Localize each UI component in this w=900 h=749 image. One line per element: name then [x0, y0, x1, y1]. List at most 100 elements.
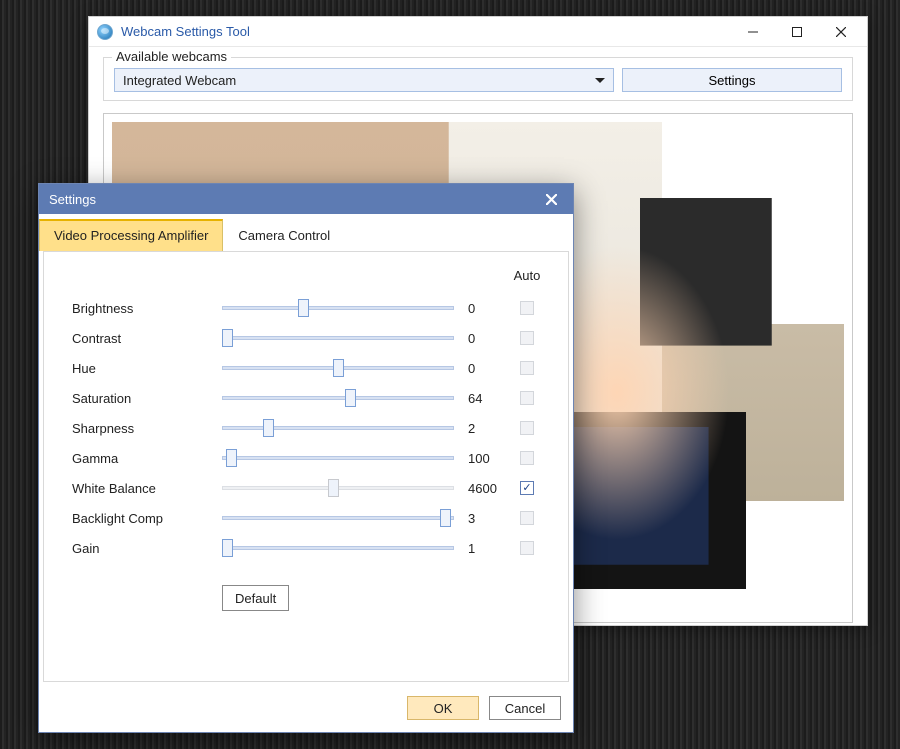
gamma-value: 100 — [454, 451, 504, 466]
slider-track-icon — [222, 456, 454, 460]
dialog-tabs: Video Processing Amplifier Camera Control — [39, 220, 573, 251]
settings-dialog: Settings Video Processing Amplifier Camer… — [38, 183, 574, 733]
window-controls — [731, 18, 863, 46]
groupbox-legend: Available webcams — [112, 49, 231, 64]
backlight-comp-auto-checkbox — [520, 511, 534, 525]
hue-slider[interactable] — [222, 359, 454, 377]
tab-camera-control[interactable]: Camera Control — [223, 220, 345, 251]
close-icon — [836, 27, 846, 37]
video-proc-amp-page: Auto Brightness 0 Contrast 0 Hue0 Saturation 6… — [43, 251, 569, 682]
chevron-down-icon — [595, 78, 605, 83]
white-balance-slider — [222, 479, 454, 497]
gain-auto-cell — [504, 541, 550, 555]
white-balance-auto-checkbox[interactable]: ✓ — [520, 481, 534, 495]
gain-slider[interactable] — [222, 539, 454, 557]
slider-thumb-icon — [298, 299, 309, 317]
contrast-value: 0 — [454, 331, 504, 346]
minimize-icon — [748, 27, 758, 37]
brightness-slider[interactable] — [222, 299, 454, 317]
sharpness-auto-cell — [504, 421, 550, 435]
row-sharpness: Sharpness 2 — [72, 413, 550, 443]
brightness-value: 0 — [454, 301, 504, 316]
hue-auto-cell — [504, 361, 550, 375]
contrast-auto-checkbox — [520, 331, 534, 345]
saturation-value: 64 — [454, 391, 504, 406]
slider-thumb-icon — [440, 509, 451, 527]
default-button[interactable]: Default — [222, 585, 289, 611]
ok-button[interactable]: OK — [407, 696, 479, 720]
row-backlight-comp: Backlight Comp 3 — [72, 503, 550, 533]
slider-thumb-icon — [222, 539, 233, 557]
gain-value: 1 — [454, 541, 504, 556]
slider-thumb-icon — [333, 359, 344, 377]
slider-thumb-icon — [328, 479, 339, 497]
dialog-buttons: OK Cancel — [39, 686, 573, 732]
cancel-button[interactable]: Cancel — [489, 696, 561, 720]
open-settings-button[interactable]: Settings — [622, 68, 842, 92]
slider-track-icon — [222, 426, 454, 430]
sharpness-label: Sharpness — [72, 421, 222, 436]
cancel-button-label: Cancel — [505, 701, 545, 716]
brightness-auto-checkbox — [520, 301, 534, 315]
saturation-label: Saturation — [72, 391, 222, 406]
contrast-slider[interactable] — [222, 329, 454, 347]
titlebar[interactable]: Webcam Settings Tool — [89, 17, 867, 47]
hue-label: Hue — [72, 361, 222, 376]
slider-track-icon — [222, 336, 454, 340]
contrast-auto-cell — [504, 331, 550, 345]
brightness-auto-cell — [504, 301, 550, 315]
app-title: Webcam Settings Tool — [121, 24, 250, 39]
slider-track-icon — [222, 306, 454, 310]
backlight-comp-auto-cell — [504, 511, 550, 525]
row-hue: Hue0 — [72, 353, 550, 383]
gain-auto-checkbox — [520, 541, 534, 555]
white-balance-value: 4600 — [454, 481, 504, 496]
default-button-label: Default — [235, 591, 276, 606]
close-button[interactable] — [819, 18, 863, 46]
gamma-auto-cell — [504, 451, 550, 465]
tab-label: Camera Control — [238, 228, 330, 243]
dialog-close-button[interactable] — [539, 187, 563, 211]
slider-track-icon — [222, 396, 454, 400]
gamma-label: Gamma — [72, 451, 222, 466]
available-webcams-group: Available webcams Integrated Webcam Sett… — [103, 57, 853, 101]
brightness-label: Brightness — [72, 301, 222, 316]
slider-track-icon — [222, 516, 454, 520]
row-contrast: Contrast 0 — [72, 323, 550, 353]
slider-rows: Brightness 0 Contrast 0 Hue0 Saturation 64 Shar… — [72, 293, 550, 563]
maximize-button[interactable] — [775, 18, 819, 46]
slider-thumb-icon — [345, 389, 356, 407]
sharpness-value: 2 — [454, 421, 504, 436]
saturation-slider[interactable] — [222, 389, 454, 407]
contrast-label: Contrast — [72, 331, 222, 346]
open-settings-button-label: Settings — [709, 73, 756, 88]
close-icon — [546, 194, 557, 205]
row-gain: Gain 1 — [72, 533, 550, 563]
row-saturation: Saturation 64 — [72, 383, 550, 413]
row-gamma: Gamma 100 — [72, 443, 550, 473]
backlight-comp-label: Backlight Comp — [72, 511, 222, 526]
slider-track-icon — [222, 546, 454, 550]
tab-video-processing-amplifier[interactable]: Video Processing Amplifier — [39, 219, 223, 251]
webcam-app-icon — [97, 24, 113, 40]
slider-thumb-icon — [222, 329, 233, 347]
slider-thumb-icon — [226, 449, 237, 467]
auto-column-header: Auto — [504, 268, 550, 283]
minimize-button[interactable] — [731, 18, 775, 46]
webcam-select[interactable]: Integrated Webcam — [114, 68, 614, 92]
gamma-slider[interactable] — [222, 449, 454, 467]
backlight-comp-value: 3 — [454, 511, 504, 526]
dialog-titlebar[interactable]: Settings — [39, 184, 573, 214]
slider-thumb-icon — [263, 419, 274, 437]
sharpness-auto-checkbox — [520, 421, 534, 435]
dialog-title: Settings — [49, 192, 96, 207]
white-balance-auto-cell: ✓ — [504, 481, 550, 495]
backlight-comp-slider[interactable] — [222, 509, 454, 527]
row-brightness: Brightness 0 — [72, 293, 550, 323]
gain-label: Gain — [72, 541, 222, 556]
white-balance-label: White Balance — [72, 481, 222, 496]
sharpness-slider[interactable] — [222, 419, 454, 437]
gamma-auto-checkbox — [520, 451, 534, 465]
webcam-select-value: Integrated Webcam — [123, 73, 236, 88]
saturation-auto-cell — [504, 391, 550, 405]
